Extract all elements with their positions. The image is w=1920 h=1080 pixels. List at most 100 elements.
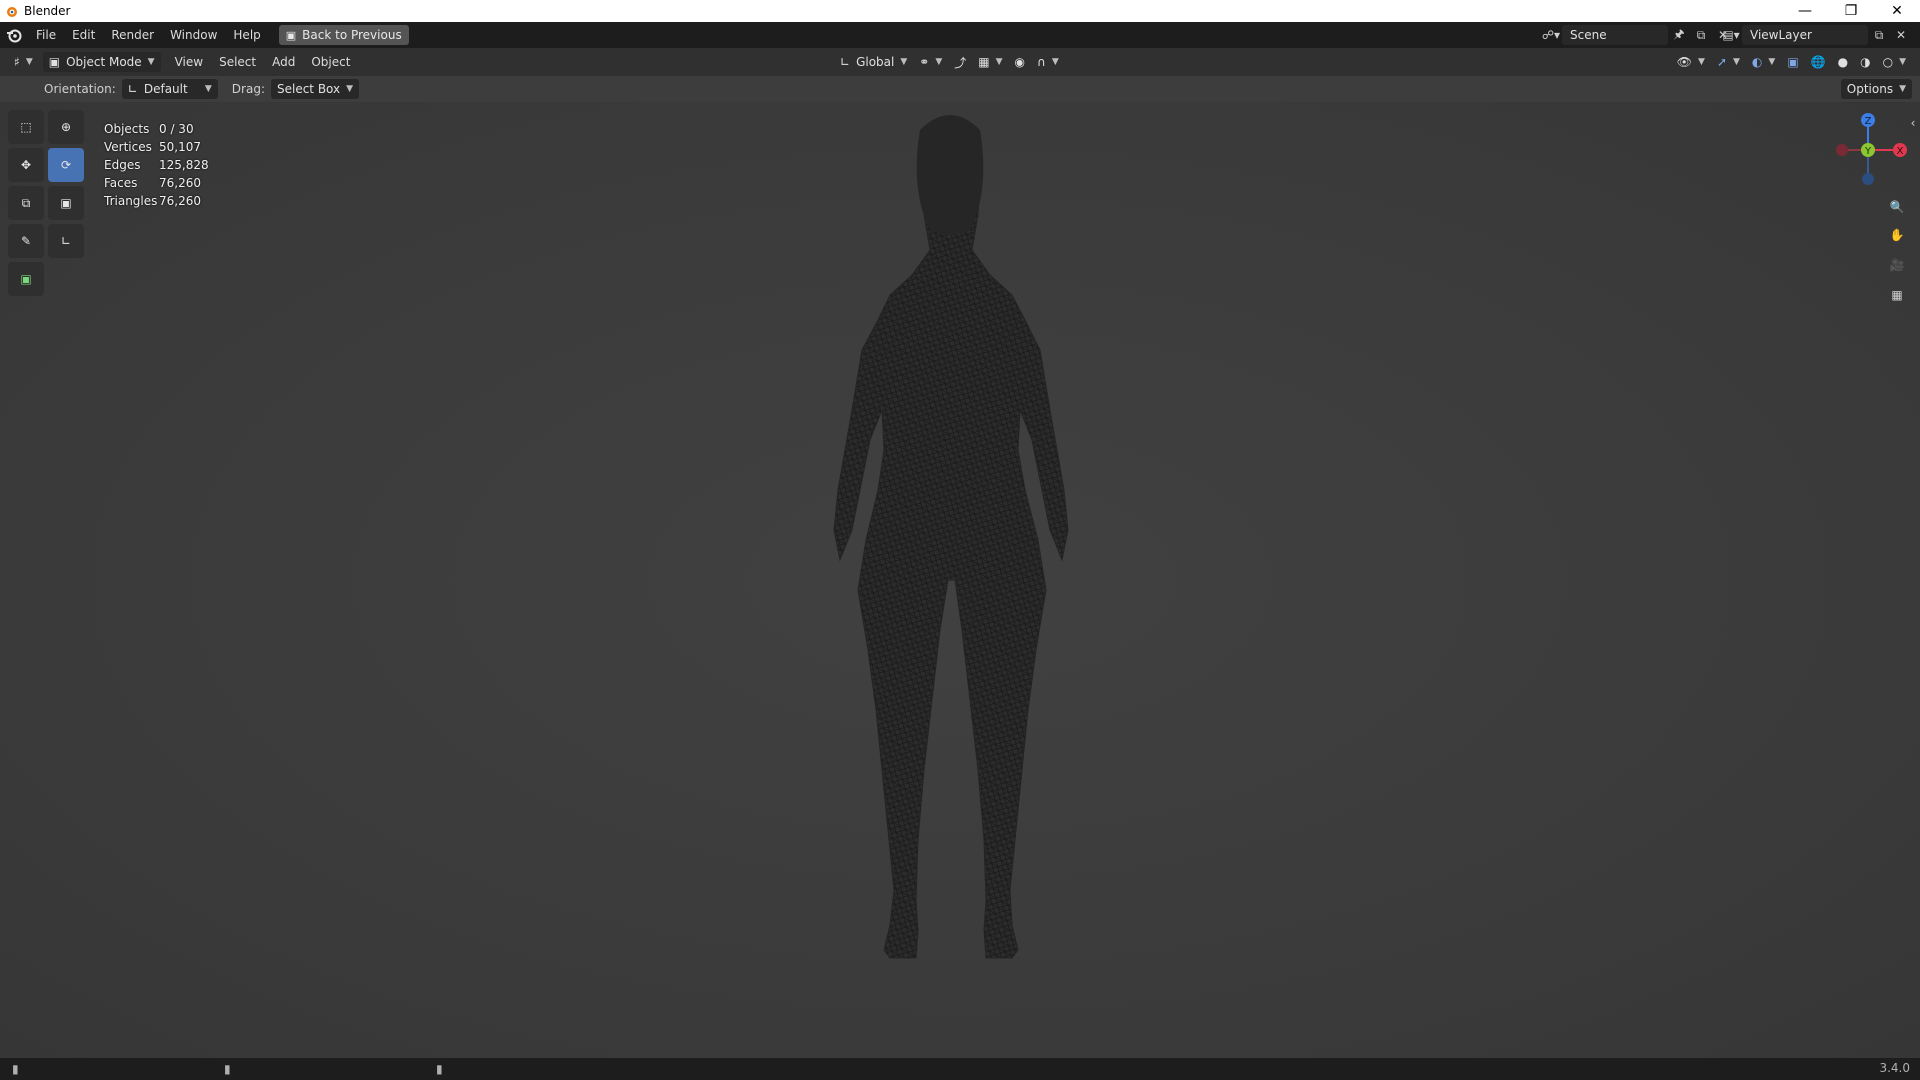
menu-help[interactable]: Help	[225, 24, 268, 46]
pin-icon[interactable]: 🖈	[1668, 25, 1690, 45]
gizmo-x-label: X	[1897, 146, 1904, 157]
stat-row-edges: Edges 125,828	[104, 156, 209, 174]
scale-tool[interactable]: ⧉	[8, 186, 44, 220]
navigation-gizmo[interactable]: Z X Y	[1820, 104, 1910, 194]
transform-icon: ▣	[60, 196, 72, 210]
view-layer-field[interactable]: ViewLayer	[1742, 25, 1868, 45]
xray-toggle[interactable]: ▣	[1781, 52, 1804, 72]
menu-view[interactable]: View	[167, 51, 211, 73]
snap-target-dropdown[interactable]: ▦ ▼	[972, 52, 1008, 72]
stat-label: Triangles	[104, 194, 158, 208]
back-to-previous-button[interactable]: ▣ Back to Previous	[278, 25, 409, 45]
back-to-previous-label: Back to Previous	[302, 28, 402, 42]
status-bar: ▮ ▮ ▮ 3.4.0	[0, 1058, 1920, 1080]
shading-material-button[interactable]: ◑	[1854, 52, 1876, 72]
overlays-toggle[interactable]: ◐ ▼	[1746, 52, 1781, 72]
editor-type-dropdown[interactable]: ♯ ▼	[8, 52, 39, 72]
gizmo-icon: ➚	[1716, 55, 1727, 69]
gizmo-y-label: Y	[1864, 146, 1872, 157]
scene-selector-icon[interactable]: ☍▾	[1540, 25, 1562, 45]
pivot-icon: ⚭	[919, 55, 930, 69]
mode-label: Object Mode	[66, 55, 142, 69]
snap-increment-icon: ▦	[978, 55, 990, 69]
pivot-point-dropdown[interactable]: ⚭ ▼	[913, 52, 948, 72]
zoom-view-button[interactable]: 🔍	[1884, 194, 1910, 220]
toggle-perspective-button[interactable]: ▦	[1884, 282, 1910, 308]
proportional-editing-toggle[interactable]: ◉	[1009, 52, 1031, 72]
move-icon: ✥	[20, 158, 32, 172]
options-dropdown[interactable]: Options ▼	[1840, 79, 1912, 99]
viewport-header: ♯ ▼ ▣ Object Mode ▼ View Select Add Object…	[0, 48, 1920, 76]
magnet-icon: ⤴	[954, 55, 967, 70]
cursor-tool[interactable]: ⊕	[48, 110, 84, 144]
overlays-icon: ◐	[1751, 55, 1763, 69]
move-tool[interactable]: ✥	[8, 148, 44, 182]
mouse-middle-icon: ▮	[224, 1062, 231, 1076]
drag-dropdown[interactable]: Select Box ▼	[270, 79, 360, 99]
stat-label: Faces	[104, 176, 138, 190]
new-scene-icon[interactable]: ⧉	[1690, 25, 1712, 45]
chevron-left-icon: ‹	[1910, 116, 1916, 130]
rotate-tool[interactable]: ⟳	[48, 148, 84, 182]
screen-back-icon: ▣	[285, 28, 297, 42]
select-box-tool[interactable]: ⬚	[8, 110, 44, 144]
menu-add[interactable]: Add	[264, 51, 303, 73]
add-cube-tool[interactable]: ▣	[8, 262, 44, 296]
gizmo-neg-x-axis[interactable]	[1836, 144, 1848, 156]
stat-value: 50,107	[159, 140, 201, 154]
new-view-layer-icon[interactable]: ⧉	[1868, 25, 1890, 45]
measure-tool[interactable]: ∟	[48, 224, 84, 258]
menu-edit[interactable]: Edit	[64, 24, 103, 46]
menu-object[interactable]: Object	[303, 51, 358, 73]
mode-dropdown[interactable]: ▣ Object Mode ▼	[42, 52, 161, 72]
scene-name-field[interactable]: Scene	[1562, 25, 1668, 45]
maximize-icon[interactable]: ❐	[1828, 0, 1874, 22]
stat-label: Edges	[104, 158, 141, 172]
menu-file[interactable]: File	[28, 24, 64, 46]
grid-icon: ▦	[1891, 288, 1903, 302]
camera-view-button[interactable]: 🎥	[1884, 252, 1910, 278]
proportional-falloff-dropdown[interactable]: ∩ ▼	[1031, 52, 1065, 72]
object-mode-icon: ▣	[48, 55, 61, 69]
stat-value: 76,260	[159, 194, 201, 208]
annotate-tool[interactable]: ✎	[8, 224, 44, 258]
viewport-statistics: Objects 0 / 30 Vertices 50,107 Edges 125,82…	[104, 120, 209, 210]
blender-app-icon	[4, 4, 18, 18]
transform-orientation-dropdown[interactable]: ∟ Global ▼	[834, 52, 913, 72]
shading-wireframe-button[interactable]: 🌐	[1805, 52, 1832, 72]
wireframe-character-model[interactable]	[800, 110, 1100, 1050]
gizmo-toggle[interactable]: ➚ ▼	[1711, 52, 1746, 72]
menu-window[interactable]: Window	[162, 24, 225, 46]
sidebar-toggle-arrow[interactable]: ‹	[1906, 110, 1920, 136]
snap-toggle[interactable]: ⤴	[948, 52, 972, 72]
shading-rendered-button[interactable]: ○ ▼	[1877, 52, 1912, 72]
gizmo-neg-z-axis[interactable]	[1862, 173, 1874, 185]
menu-select[interactable]: Select	[211, 51, 264, 73]
transform-tool[interactable]: ▣	[48, 186, 84, 220]
falloff-curve-icon: ∩	[1037, 55, 1046, 69]
orientation-axes-icon: ∟	[840, 55, 851, 69]
menu-render[interactable]: Render	[103, 24, 162, 46]
stat-row-triangles: Triangles 76,260	[104, 192, 209, 210]
stat-value: 0 / 30	[159, 122, 194, 136]
minimize-icon[interactable]: —	[1782, 0, 1828, 22]
shading-solid-button[interactable]: ●	[1832, 52, 1854, 72]
view-layer-selector-icon[interactable]: ▤▾	[1720, 25, 1742, 45]
proportional-edit-icon: ◉	[1014, 55, 1026, 69]
options-label: Options	[1846, 82, 1894, 96]
ruler-icon: ∟	[60, 234, 72, 248]
orientation-dropdown[interactable]: ∟ Default ▼	[121, 79, 218, 99]
visibility-dropdown[interactable]: 👁 ▼	[1671, 52, 1711, 72]
mouse-right-icon: ▮	[436, 1062, 443, 1076]
orientation-value: Default	[143, 82, 188, 96]
mouse-left-icon: ▮	[12, 1062, 19, 1076]
delete-view-layer-icon[interactable]: ✕	[1890, 25, 1912, 45]
pan-view-button[interactable]: ✋	[1884, 222, 1910, 248]
drag-value: Select Box	[276, 82, 341, 96]
xray-icon: ▣	[1787, 55, 1799, 69]
blender-menu-icon[interactable]	[0, 27, 28, 43]
close-icon[interactable]: ✕	[1874, 0, 1920, 22]
material-sphere-icon: ◑	[1860, 55, 1871, 69]
blender-version: 3.4.0	[1879, 1061, 1910, 1075]
stat-label: Vertices	[104, 140, 152, 154]
